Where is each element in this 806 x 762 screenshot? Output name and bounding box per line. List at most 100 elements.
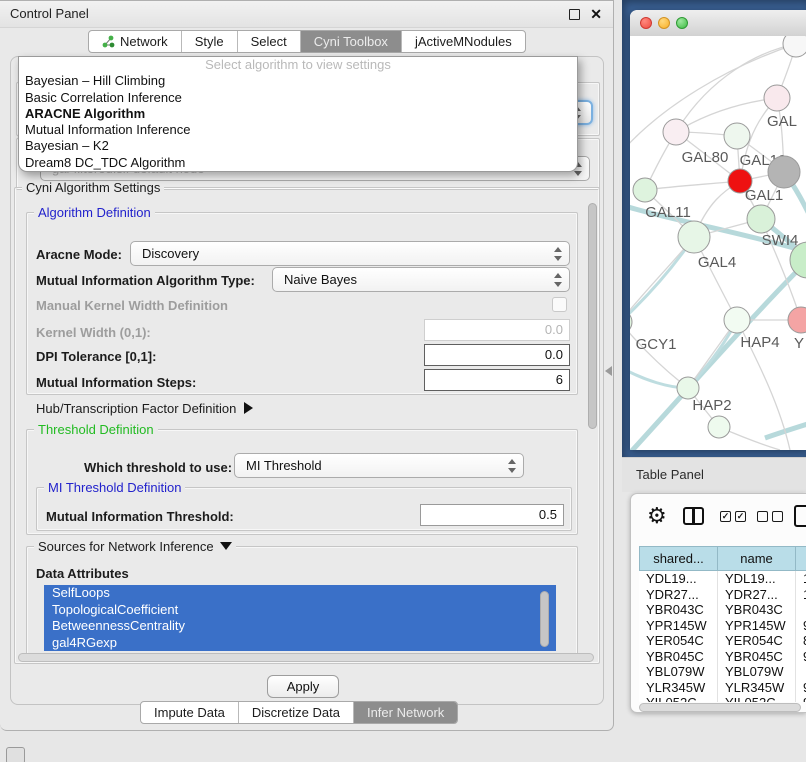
table-row[interactable]: YER054CYER054C8. bbox=[639, 633, 806, 649]
close-icon[interactable]: ✕ bbox=[590, 1, 602, 27]
network-node-gal1[interactable] bbox=[747, 205, 775, 233]
dropdown-prompt: Select algorithm to view settings bbox=[19, 57, 577, 73]
attributes-vertical-scrollbar[interactable] bbox=[540, 591, 549, 647]
mi-threshold-field[interactable]: 0.5 bbox=[420, 504, 564, 526]
table-cell: YBR045C bbox=[718, 649, 796, 665]
network-node-y[interactable] bbox=[788, 307, 806, 333]
tab-infer-network[interactable]: Infer Network bbox=[354, 702, 457, 723]
network-nodes[interactable]: GALGAL80GAL10GAL1GAL11GAL4SWI4GCY1HAP4YH… bbox=[630, 36, 806, 438]
tab-discretize-data[interactable]: Discretize Data bbox=[239, 702, 354, 723]
which-threshold-value: MI Threshold bbox=[246, 458, 322, 473]
mi-steps-field[interactable]: 6 bbox=[424, 369, 570, 391]
dropdown-item[interactable]: Dream8 DC_TDC Algorithm bbox=[19, 155, 577, 171]
network-node-hap2[interactable] bbox=[677, 377, 699, 399]
attribute-item[interactable]: TopologicalCoefficient bbox=[44, 602, 556, 619]
table-row[interactable]: YBL079WYBL079W bbox=[639, 664, 806, 680]
float-panel-icon[interactable] bbox=[569, 9, 580, 20]
table-row[interactable]: YDL19...YDL19...13 bbox=[639, 571, 806, 587]
apply-button[interactable]: Apply bbox=[267, 675, 339, 698]
dropdown-item[interactable]: Mutual Information Inference bbox=[19, 122, 577, 138]
node-table: shared...name bbox=[639, 546, 806, 571]
screen: Control Panel ✕ NetworkStyleSelectCyni T… bbox=[0, 0, 806, 762]
table-row[interactable]: YIL052CYIL052C9. bbox=[639, 695, 806, 702]
table-cell: YER054C bbox=[639, 633, 718, 649]
table-panel-window: ⚙ ✓ ✓ shared...name YDL19...YDL19...13YD… bbox=[630, 493, 806, 713]
split-columns-icon[interactable] bbox=[683, 507, 704, 525]
dropdown-item[interactable]: Basic Correlation Inference bbox=[19, 90, 577, 106]
panel-splitter-handle-icon[interactable] bbox=[605, 366, 612, 376]
table-horizontal-scrollbar[interactable] bbox=[639, 703, 801, 712]
bottom-tabbar: Impute Data Discretize Data Infer Network bbox=[140, 701, 458, 724]
tab-label: Impute Data bbox=[154, 705, 225, 720]
select-all-checkbox-icon[interactable]: ✓ bbox=[720, 511, 731, 522]
document-icon[interactable] bbox=[794, 505, 806, 527]
network-node-gal11[interactable] bbox=[633, 178, 657, 202]
table-row[interactable]: YLR345WYLR345W9. bbox=[639, 680, 806, 696]
table-cell: 8. bbox=[796, 633, 806, 649]
table-cell: 9. bbox=[796, 649, 806, 665]
tab-network[interactable]: Network bbox=[89, 31, 182, 52]
tab-impute-data[interactable]: Impute Data bbox=[141, 702, 239, 723]
table-cell: YBL079W bbox=[639, 664, 718, 680]
dpi-tolerance-label: DPI Tolerance [0,1]: bbox=[36, 349, 156, 364]
tab-label: Style bbox=[195, 34, 224, 49]
sources-expander[interactable]: Sources for Network Inference bbox=[34, 540, 236, 553]
window-minimize-button[interactable] bbox=[658, 17, 670, 29]
node-label: GAL1 bbox=[745, 187, 783, 204]
tab-jactivemnodules[interactable]: jActiveMNodules bbox=[402, 31, 525, 52]
network-node[interactable] bbox=[783, 36, 806, 57]
tab-style[interactable]: Style bbox=[182, 31, 238, 52]
tab-cyni-toolbox[interactable]: Cyni Toolbox bbox=[301, 31, 402, 52]
network-node-gal4[interactable] bbox=[678, 221, 710, 253]
gear-icon[interactable]: ⚙ bbox=[647, 503, 667, 529]
window-close-button[interactable] bbox=[640, 17, 652, 29]
column-header[interactable]: shared... bbox=[639, 546, 718, 571]
table-cell: YLR345W bbox=[718, 680, 796, 696]
mi-type-combo[interactable]: Naive Bayes bbox=[272, 267, 570, 292]
dpi-tolerance-field[interactable]: 0.0 bbox=[424, 344, 570, 366]
dropdown-item[interactable]: ARACNE Algorithm bbox=[19, 106, 577, 122]
settings-vertical-scrollbar[interactable] bbox=[588, 203, 597, 429]
tab-select[interactable]: Select bbox=[238, 31, 301, 52]
attribute-item[interactable]: SelfLoops bbox=[44, 585, 556, 602]
node-label: SWI4 bbox=[762, 232, 799, 249]
dropdown-item[interactable]: Bayesian – K2 bbox=[19, 138, 577, 154]
table-row[interactable]: YDR27...YDR27...12 bbox=[639, 587, 806, 603]
network-node-gal[interactable] bbox=[764, 85, 790, 111]
data-attributes-list[interactable]: SelfLoopsTopologicalCoefficientBetweenne… bbox=[44, 585, 556, 651]
mi-threshold-label: Mutual Information Threshold: bbox=[46, 509, 234, 524]
table-cell: YDL19... bbox=[718, 571, 796, 587]
table-cell: YBR043C bbox=[639, 602, 718, 618]
column-header[interactable] bbox=[796, 546, 806, 571]
network-node[interactable] bbox=[708, 416, 730, 438]
algorithm-dropdown-popup: Select algorithm to view settingsBayesia… bbox=[18, 56, 578, 172]
network-node-hap4[interactable] bbox=[724, 307, 750, 333]
network-canvas[interactable]: GALGAL80GAL10GAL1GAL11GAL4SWI4GCY1HAP4YH… bbox=[630, 36, 806, 450]
table-row[interactable]: YBR043CYBR043C bbox=[639, 602, 806, 618]
attribute-item[interactable]: BetweennessCentrality bbox=[44, 618, 556, 635]
table-row[interactable]: YBR045CYBR045C9. bbox=[639, 649, 806, 665]
table-rows[interactable]: YDL19...YDL19...13YDR27...YDR27...12YBR0… bbox=[639, 571, 806, 702]
dropdown-item[interactable]: Bayesian – Hill Climbing bbox=[19, 73, 577, 89]
manual-kernel-checkbox[interactable] bbox=[552, 297, 567, 312]
table-cell: 9. bbox=[796, 680, 806, 696]
minimized-panel-tab[interactable] bbox=[6, 747, 25, 762]
kernel-width-field[interactable]: 0.0 bbox=[424, 319, 570, 341]
column-header[interactable]: name bbox=[718, 546, 796, 571]
window-zoom-button[interactable] bbox=[676, 17, 688, 29]
which-threshold-combo[interactable]: MI Threshold bbox=[234, 453, 524, 478]
sources-title: Sources for Network Inference bbox=[38, 539, 214, 554]
settings-horizontal-scrollbar[interactable] bbox=[18, 653, 594, 662]
attribute-item[interactable]: gal4RGexp bbox=[44, 635, 556, 652]
hub-definition-expander[interactable]: Hub/Transcription Factor Definition bbox=[36, 401, 253, 416]
network-node-gal80[interactable] bbox=[663, 119, 689, 145]
network-node[interactable] bbox=[768, 156, 800, 188]
table-row[interactable]: YPR145WYPR145W9. bbox=[639, 618, 806, 634]
aracne-mode-combo[interactable]: Discovery bbox=[130, 241, 570, 266]
deselect-all-checkbox-icon[interactable] bbox=[757, 511, 768, 522]
mi-steps-label: Mutual Information Steps: bbox=[36, 375, 196, 390]
table-cell: YER054C bbox=[718, 633, 796, 649]
network-node-gal10[interactable] bbox=[724, 123, 750, 149]
tab-label: Discretize Data bbox=[252, 705, 340, 720]
hub-definition-label: Hub/Transcription Factor Definition bbox=[36, 401, 236, 416]
